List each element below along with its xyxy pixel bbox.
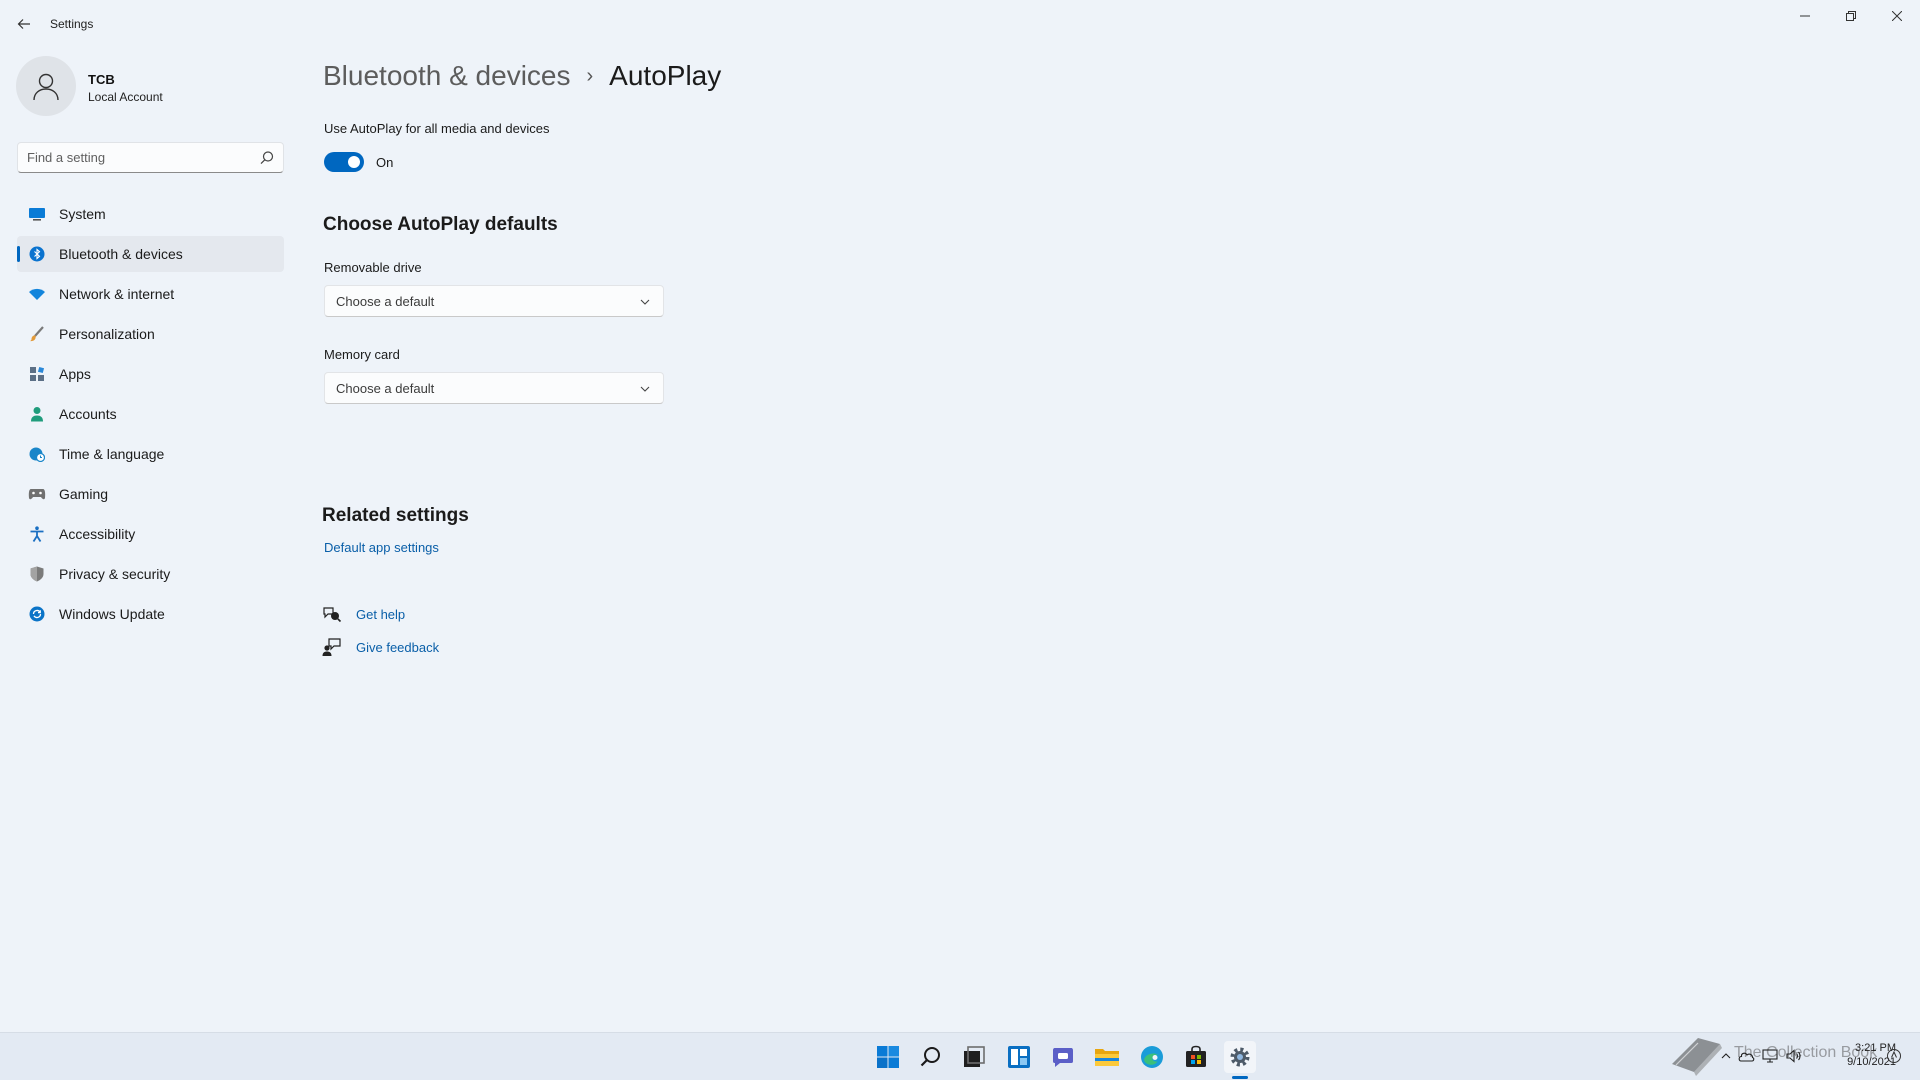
apps-icon <box>27 364 47 384</box>
section-title-related: Related settings <box>322 505 469 526</box>
sidebar-item-accounts[interactable]: Accounts <box>17 396 284 432</box>
chevron-down-icon <box>640 386 650 392</box>
globe-clock-icon <box>27 444 47 464</box>
sidebar-item-personalization[interactable]: Personalization <box>17 316 284 352</box>
get-help-icon <box>323 607 342 623</box>
user-profile[interactable]: TCB Local Account <box>16 56 286 120</box>
clock-date: 9/10/2021 <box>1847 1056 1896 1068</box>
settings-icon[interactable] <box>1224 1041 1256 1073</box>
bluetooth-icon <box>27 244 47 264</box>
edge-browser-icon[interactable] <box>1136 1041 1168 1073</box>
removable-drive-dropdown[interactable]: Choose a default <box>324 285 664 317</box>
update-icon <box>27 604 47 624</box>
sidebar-item-label: Gaming <box>59 486 109 502</box>
give-feedback-icon <box>322 638 341 656</box>
removable-drive-label: Removable drive <box>324 260 422 275</box>
system-monitor-icon <box>27 204 47 224</box>
dropdown-value: Choose a default <box>336 381 435 396</box>
file-explorer-icon[interactable] <box>1091 1041 1123 1073</box>
section-title-defaults: Choose AutoPlay defaults <box>323 214 558 235</box>
maximize-icon[interactable] <box>1828 0 1874 32</box>
shield-icon <box>27 564 47 584</box>
chevron-up-icon[interactable] <box>1718 1052 1734 1060</box>
autoplay-setting-label: Use AutoPlay for all media and devices <box>324 121 550 136</box>
sidebar-item-label: Accounts <box>59 406 117 422</box>
active-app-indicator <box>1232 1076 1248 1079</box>
teams-chat-icon[interactable] <box>1047 1041 1079 1073</box>
search-box[interactable] <box>17 142 284 173</box>
toggle-state-text: On <box>376 155 394 170</box>
task-view-icon[interactable] <box>958 1041 990 1073</box>
app-title: Settings <box>50 17 94 31</box>
sidebar-item-label: Personalization <box>59 326 155 342</box>
taskbar <box>0 1032 1920 1080</box>
back-arrow-icon[interactable] <box>12 12 36 36</box>
taskbar-clock[interactable]: 3:21 PM 9/10/2021 <box>1818 1041 1896 1069</box>
paintbrush-icon <box>27 324 47 344</box>
store-icon[interactable] <box>1180 1041 1212 1073</box>
page-title: AutoPlay <box>609 60 722 91</box>
autoplay-toggle[interactable] <box>324 152 364 172</box>
chevron-right-icon: › <box>586 64 594 87</box>
person-icon <box>27 404 47 424</box>
tray-icons <box>1718 1044 1806 1068</box>
clock-time: 3:21 PM <box>1855 1042 1896 1054</box>
sidebar-item-label: Apps <box>59 366 91 382</box>
sidebar-item-time-language[interactable]: Time & language <box>17 436 284 472</box>
sidebar-item-apps[interactable]: Apps <box>17 356 284 392</box>
wifi-icon <box>27 284 47 304</box>
sidebar-item-bluetooth[interactable]: Bluetooth & devices <box>17 236 284 272</box>
person-icon <box>33 73 59 101</box>
accessibility-icon <box>27 524 47 544</box>
get-help-link[interactable]: Get help <box>356 607 405 622</box>
title-bar: Settings <box>0 0 1920 48</box>
sidebar-item-label: Windows Update <box>59 606 165 622</box>
memory-card-label: Memory card <box>324 347 400 362</box>
search-icon[interactable] <box>915 1041 947 1073</box>
windows-start-icon[interactable] <box>872 1041 904 1073</box>
sidebar-item-accessibility[interactable]: Accessibility <box>17 516 284 552</box>
onedrive-cloud-icon[interactable] <box>1734 1050 1758 1062</box>
minimize-icon[interactable] <box>1782 0 1828 32</box>
network-icon[interactable] <box>1758 1049 1782 1063</box>
sidebar-item-network[interactable]: Network & internet <box>17 276 284 312</box>
search-input[interactable] <box>18 143 248 172</box>
toggle-knob <box>348 156 360 168</box>
breadcrumb-parent[interactable]: Bluetooth & devices <box>323 60 571 92</box>
sidebar-item-gaming[interactable]: Gaming <box>17 476 284 512</box>
sidebar-item-label: Time & language <box>59 446 165 462</box>
sidebar-item-label: Bluetooth & devices <box>59 246 183 262</box>
account-type: Local Account <box>88 90 163 104</box>
close-icon[interactable] <box>1874 0 1920 32</box>
sidebar-item-label: Privacy & security <box>59 566 171 582</box>
sidebar-item-privacy[interactable]: Privacy & security <box>17 556 284 592</box>
default-app-settings-link[interactable]: Default app settings <box>324 540 439 555</box>
sidebar-item-label: System <box>59 206 106 222</box>
avatar <box>16 56 76 116</box>
sidebar-item-label: Accessibility <box>59 526 136 542</box>
search-icon[interactable] <box>258 149 276 167</box>
sidebar-item-windows-update[interactable]: Windows Update <box>17 596 284 632</box>
gamepad-icon <box>27 484 47 504</box>
sidebar-item-label: Network & internet <box>59 286 175 302</box>
user-name: TCB <box>88 72 115 87</box>
notification-icon[interactable] <box>1886 1048 1902 1064</box>
dropdown-value: Choose a default <box>336 294 435 309</box>
give-feedback-link[interactable]: Give feedback <box>356 640 439 655</box>
sidebar-item-system[interactable]: System <box>17 196 284 232</box>
breadcrumb: Bluetooth & devices › AutoPlay <box>323 56 721 96</box>
volume-icon[interactable] <box>1782 1049 1806 1063</box>
sidebar-nav: System Bluetooth & devices Network & int… <box>17 196 284 636</box>
widgets-icon[interactable] <box>1003 1041 1035 1073</box>
chevron-down-icon <box>640 299 650 305</box>
memory-card-dropdown[interactable]: Choose a default <box>324 372 664 404</box>
